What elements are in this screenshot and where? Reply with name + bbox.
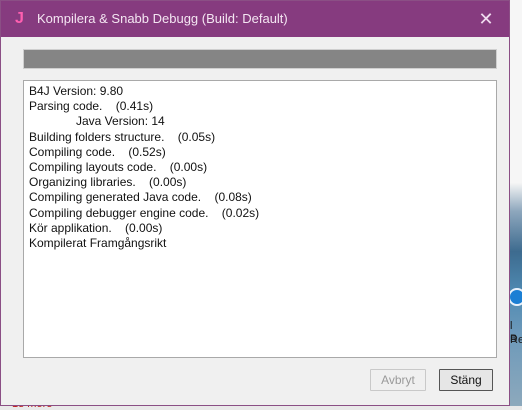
log-line: Compiling code. (0.52s) xyxy=(29,144,166,159)
close-icon[interactable]: ✕ xyxy=(471,5,501,33)
log-line: Compiling layouts code. (0.00s) xyxy=(29,159,208,174)
log-line: Compiling generated Java code. (0.08s) xyxy=(29,190,252,205)
progress-fill xyxy=(24,50,496,68)
window-title: Kompilera & Snabb Debugg (Build: Default… xyxy=(37,11,288,26)
compile-dialog: J Kompilera & Snabb Debugg (Build: Defau… xyxy=(0,0,510,406)
log-line: Building folders structure. (0.05s) xyxy=(29,129,216,144)
log-line: Kompilerat Framgångsrikt xyxy=(29,235,167,250)
desktop-icon-label: Re xyxy=(510,334,522,346)
title-bar[interactable]: J Kompilera & Snabb Debugg (Build: Defau… xyxy=(1,1,509,37)
log-line: Parsing code. (0.41s) xyxy=(29,99,154,114)
progress-bar xyxy=(23,49,497,69)
b4j-app-icon: J xyxy=(15,10,24,27)
log-line: B4J Version: 9.80 xyxy=(29,84,124,98)
log-line: Organizing libraries. (0.00s) xyxy=(29,175,187,190)
compile-log[interactable]: B4J Version: 9.80 Parsing code. (0.41s) Ja… xyxy=(23,80,497,358)
desktop-app-icon[interactable] xyxy=(508,288,522,306)
log-line: Kör applikation. (0.00s) xyxy=(29,220,163,235)
close-button[interactable]: Stäng xyxy=(439,369,493,391)
log-line: Java Version: 14 xyxy=(76,114,165,129)
cancel-button[interactable]: Avbryt xyxy=(370,369,426,391)
log-line: Compiling debugger engine code. (0.02s) xyxy=(29,205,260,220)
